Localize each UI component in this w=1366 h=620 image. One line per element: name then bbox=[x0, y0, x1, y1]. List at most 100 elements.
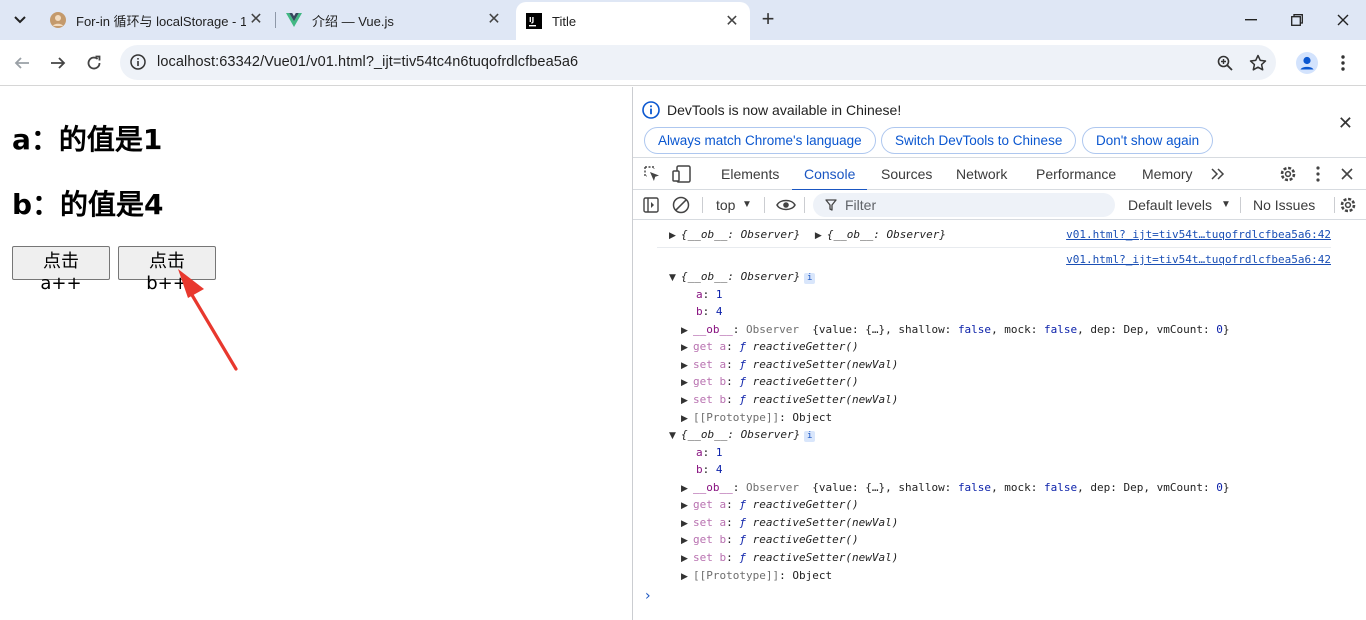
setter-b[interactable]: ▶ set b: ƒ reactiveSetter(newVal) bbox=[681, 549, 898, 566]
expand-triangle-icon[interactable]: ▶ bbox=[681, 551, 693, 568]
more-tabs-chevron-icon[interactable] bbox=[1207, 164, 1229, 184]
issues-counter[interactable]: No Issues bbox=[1253, 197, 1315, 213]
filter-placeholder: Filter bbox=[845, 197, 877, 213]
minimize-button[interactable] bbox=[1228, 0, 1274, 40]
inspect-element-icon[interactable] bbox=[641, 164, 663, 184]
console-log-entry[interactable]: ▶ {__ob__: Observer} ▶ {__ob__: Observer} bbox=[669, 226, 946, 243]
expand-triangle-icon[interactable]: ▶ bbox=[681, 498, 693, 515]
infobar-message: DevTools is now available in Chinese! bbox=[667, 102, 902, 118]
console-toolbar: top ▼ Filter Default levels ▼ No Issues bbox=[633, 190, 1366, 220]
devtools-tabbar: Elements Console Sources Network Perform… bbox=[633, 158, 1366, 191]
new-tab-button[interactable]: + bbox=[757, 8, 779, 32]
tab-vue[interactable]: 介绍 — Vue.js ✕ bbox=[276, 0, 512, 40]
tab-title-active[interactable]: IJ Title ✕ bbox=[516, 2, 750, 40]
tab-search-button[interactable] bbox=[6, 7, 34, 33]
devtools-panel: DevTools is now available in Chinese! Al… bbox=[632, 87, 1366, 620]
close-devtools-icon[interactable] bbox=[1336, 164, 1358, 184]
expand-triangle-icon[interactable]: ▶ bbox=[681, 340, 693, 357]
browser-toolbar: localhost:63342/Vue01/v01.html?_ijt=tiv5… bbox=[0, 40, 1366, 86]
minimize-icon bbox=[1245, 19, 1257, 21]
setter-a[interactable]: ▶ set a: ƒ reactiveSetter(newVal) bbox=[681, 356, 898, 373]
info-badge-icon[interactable]: i bbox=[804, 273, 816, 284]
source-link[interactable]: v01.html?_ijt=tiv54t…tuqofrdlcfbea5a6:42 bbox=[1066, 251, 1331, 268]
close-tab-icon[interactable]: ✕ bbox=[248, 12, 264, 28]
setter-b[interactable]: ▶ set b: ƒ reactiveSetter(newVal) bbox=[681, 391, 898, 408]
prop-b: b: 4 bbox=[696, 463, 723, 476]
close-tab-icon[interactable]: ✕ bbox=[724, 14, 740, 30]
info-badge-icon[interactable]: i bbox=[804, 431, 816, 442]
getter-b[interactable]: ▶ get b: ƒ reactiveGetter() bbox=[681, 373, 859, 390]
device-toolbar-icon[interactable] bbox=[671, 164, 693, 184]
profile-avatar[interactable] bbox=[1295, 51, 1319, 75]
prop-a: a: 1 bbox=[696, 288, 723, 301]
expand-triangle-icon[interactable]: ▶ bbox=[681, 393, 693, 410]
console-settings-gear-icon[interactable] bbox=[1338, 195, 1358, 215]
expand-triangle-icon[interactable]: ▶ bbox=[681, 533, 693, 550]
restore-button[interactable] bbox=[1274, 0, 1320, 40]
levels-dropdown-icon[interactable]: ▼ bbox=[1221, 199, 1231, 210]
back-button[interactable] bbox=[8, 49, 36, 77]
page-content: a：的值是1 b：的值是4 点击a++ 点击b++ bbox=[0, 87, 632, 620]
always-match-language-button[interactable]: Always match Chrome's language bbox=[644, 127, 876, 154]
clear-console-icon[interactable] bbox=[671, 195, 691, 215]
url-text[interactable]: localhost:63342/Vue01/v01.html?_ijt=tiv5… bbox=[157, 54, 578, 70]
expand-triangle-icon[interactable]: ▶ bbox=[815, 228, 827, 245]
devtools-menu-icon[interactable] bbox=[1307, 164, 1329, 184]
log-levels-dropdown[interactable]: Default levels bbox=[1128, 197, 1212, 213]
tab-sources[interactable]: Sources bbox=[881, 158, 932, 190]
reload-button[interactable] bbox=[80, 49, 108, 77]
vue-logo-icon bbox=[286, 13, 302, 27]
prop-ob[interactable]: ▶ __ob__: Observer {value: {…}, shallow: … bbox=[681, 479, 1230, 496]
setter-a[interactable]: ▶ set a: ƒ reactiveSetter(newVal) bbox=[681, 514, 898, 531]
tab-performance[interactable]: Performance bbox=[1036, 158, 1116, 190]
address-bar[interactable]: localhost:63342/Vue01/v01.html?_ijt=tiv5… bbox=[120, 45, 1276, 80]
collapse-triangle-icon[interactable]: ▼ bbox=[669, 428, 681, 445]
close-window-button[interactable] bbox=[1320, 0, 1366, 40]
forward-button[interactable] bbox=[44, 49, 72, 77]
value-b-heading: b：的值是4 bbox=[12, 188, 164, 221]
expand-triangle-icon[interactable]: ▶ bbox=[681, 569, 693, 586]
expand-triangle-icon[interactable]: ▶ bbox=[669, 228, 681, 245]
context-dropdown-icon[interactable]: ▼ bbox=[742, 199, 752, 210]
switch-to-chinese-button[interactable]: Switch DevTools to Chinese bbox=[881, 127, 1077, 154]
reload-icon bbox=[87, 55, 101, 70]
console-output: ▶ {__ob__: Observer} ▶ {__ob__: Observer} … bbox=[633, 220, 1366, 620]
settings-gear-icon[interactable] bbox=[1277, 164, 1299, 184]
object-header[interactable]: ▼ {__ob__: Observer} i bbox=[669, 268, 816, 287]
chevron-down-icon bbox=[14, 16, 26, 24]
zoom-icon[interactable] bbox=[1215, 53, 1235, 73]
object-header[interactable]: ▼ {__ob__: Observer} i bbox=[669, 426, 816, 445]
source-link[interactable]: v01.html?_ijt=tiv54t…tuqofrdlcfbea5a6:42 bbox=[1066, 226, 1331, 243]
value-a-heading: a：的值是1 bbox=[12, 123, 163, 156]
browser-menu-button[interactable] bbox=[1331, 51, 1355, 75]
tab-title: Title bbox=[552, 13, 577, 29]
tab-memory[interactable]: Memory bbox=[1142, 158, 1193, 190]
close-infobar-icon[interactable]: ✕ bbox=[1338, 113, 1353, 134]
console-filter-input[interactable]: Filter bbox=[813, 193, 1115, 217]
toolbar-divider bbox=[702, 197, 703, 213]
site-info-icon[interactable] bbox=[130, 54, 146, 70]
tab-elements[interactable]: Elements bbox=[721, 158, 779, 190]
close-tab-icon[interactable]: ✕ bbox=[486, 12, 502, 28]
show-sidebar-icon[interactable] bbox=[641, 195, 661, 215]
getter-b[interactable]: ▶ get b: ƒ reactiveGetter() bbox=[681, 531, 859, 548]
live-expression-eye-icon[interactable] bbox=[774, 195, 798, 215]
console-prompt-chevron-icon[interactable]: › bbox=[645, 588, 651, 604]
prop-b: b: 4 bbox=[696, 305, 723, 318]
tab-forin[interactable]: For-in 循环与 localStorage - 1 ✕ bbox=[42, 0, 274, 40]
getter-a[interactable]: ▶ get a: ƒ reactiveGetter() bbox=[681, 338, 859, 355]
prop-ob[interactable]: ▶ __ob__: Observer {value: {…}, shallow: … bbox=[681, 321, 1230, 338]
collapse-triangle-icon[interactable]: ▼ bbox=[669, 270, 681, 287]
forward-arrow-icon bbox=[51, 57, 66, 69]
getter-a[interactable]: ▶ get a: ƒ reactiveGetter() bbox=[681, 496, 859, 513]
context-selector[interactable]: top bbox=[716, 197, 735, 213]
bookmark-star-icon[interactable] bbox=[1248, 53, 1268, 73]
tab-console[interactable]: Console bbox=[791, 158, 868, 191]
tab-network[interactable]: Network bbox=[956, 158, 1007, 190]
expand-triangle-icon[interactable]: ▶ bbox=[681, 375, 693, 392]
prototype[interactable]: ▶ [[Prototype]]: Object bbox=[681, 409, 832, 426]
dont-show-again-button[interactable]: Don't show again bbox=[1082, 127, 1214, 154]
prototype[interactable]: ▶ [[Prototype]]: Object bbox=[681, 567, 832, 584]
increment-a-button[interactable]: 点击a++ bbox=[12, 246, 110, 294]
prop-a: a: 1 bbox=[696, 446, 723, 459]
